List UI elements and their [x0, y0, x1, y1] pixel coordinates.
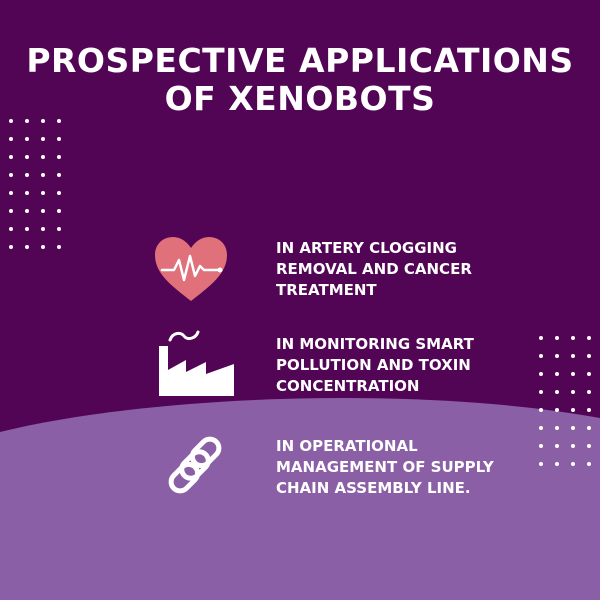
decorative-dot: [555, 426, 559, 430]
decorative-dot: [9, 119, 13, 123]
decorative-dot: [539, 408, 543, 412]
decorative-dot: [57, 209, 61, 213]
decorative-dot-grid-left: [9, 119, 61, 249]
decorative-dot: [25, 155, 29, 159]
decorative-dot: [57, 173, 61, 177]
decorative-dot: [57, 155, 61, 159]
item-text-pollution: IN MONITORING SMART POLLUTION AND TOXIN …: [276, 334, 576, 397]
item-line: IN MONITORING SMART: [276, 335, 474, 353]
decorative-dot: [587, 336, 591, 340]
heart-pulse-icon: [155, 237, 227, 301]
decorative-dot: [587, 390, 591, 394]
decorative-dot: [587, 462, 591, 466]
decorative-dot: [41, 173, 45, 177]
decorative-dot: [587, 354, 591, 358]
item-text-artery: IN ARTERY CLOGGING REMOVAL AND CANCER TR…: [276, 238, 576, 301]
title-line-1: PROSPECTIVE APPLICATIONS: [26, 41, 574, 80]
factory-icon: [159, 330, 234, 396]
decorative-dot: [9, 137, 13, 141]
decorative-dot: [57, 245, 61, 249]
decorative-dot: [9, 227, 13, 231]
item-line: REMOVAL AND CANCER: [276, 260, 472, 278]
decorative-dot: [587, 408, 591, 412]
decorative-dot: [587, 372, 591, 376]
decorative-dot: [587, 444, 591, 448]
decorative-dot: [25, 245, 29, 249]
decorative-dot: [571, 408, 575, 412]
decorative-dot: [41, 119, 45, 123]
decorative-dot: [587, 426, 591, 430]
decorative-dot: [9, 155, 13, 159]
decorative-dot: [41, 155, 45, 159]
decorative-dot: [41, 227, 45, 231]
item-line: CHAIN ASSEMBLY LINE.: [276, 479, 471, 497]
decorative-dot: [41, 137, 45, 141]
page-title: PROSPECTIVE APPLICATIONS OF XENOBOTS: [0, 42, 600, 118]
decorative-dot: [9, 191, 13, 195]
decorative-dot: [25, 191, 29, 195]
decorative-dot: [9, 209, 13, 213]
item-line: IN ARTERY CLOGGING: [276, 239, 457, 257]
decorative-dot: [41, 209, 45, 213]
decorative-dot: [539, 426, 543, 430]
item-line: TREATMENT: [276, 281, 377, 299]
item-line: IN OPERATIONAL: [276, 437, 418, 455]
decorative-dot: [41, 191, 45, 195]
decorative-dot: [57, 227, 61, 231]
decorative-dot: [25, 209, 29, 213]
decorative-dot: [57, 137, 61, 141]
item-line: MANAGEMENT OF SUPPLY: [276, 458, 494, 476]
decorative-dot: [25, 227, 29, 231]
item-line: CONCENTRATION: [276, 377, 420, 395]
chain-link-icon: [168, 436, 222, 494]
decorative-dot: [25, 137, 29, 141]
decorative-dot: [555, 408, 559, 412]
decorative-dot: [25, 119, 29, 123]
decorative-dot: [57, 191, 61, 195]
decorative-dot: [571, 426, 575, 430]
item-text-supply-chain: IN OPERATIONAL MANAGEMENT OF SUPPLY CHAI…: [276, 436, 576, 499]
item-line: POLLUTION AND TOXIN: [276, 356, 471, 374]
decorative-dot: [9, 245, 13, 249]
decorative-dot: [57, 119, 61, 123]
decorative-dot: [41, 245, 45, 249]
title-line-2: OF XENOBOTS: [164, 79, 436, 118]
infographic-canvas: PROSPECTIVE APPLICATIONS OF XENOBOTS IN …: [0, 0, 600, 600]
decorative-dot: [25, 173, 29, 177]
decorative-dot: [9, 173, 13, 177]
